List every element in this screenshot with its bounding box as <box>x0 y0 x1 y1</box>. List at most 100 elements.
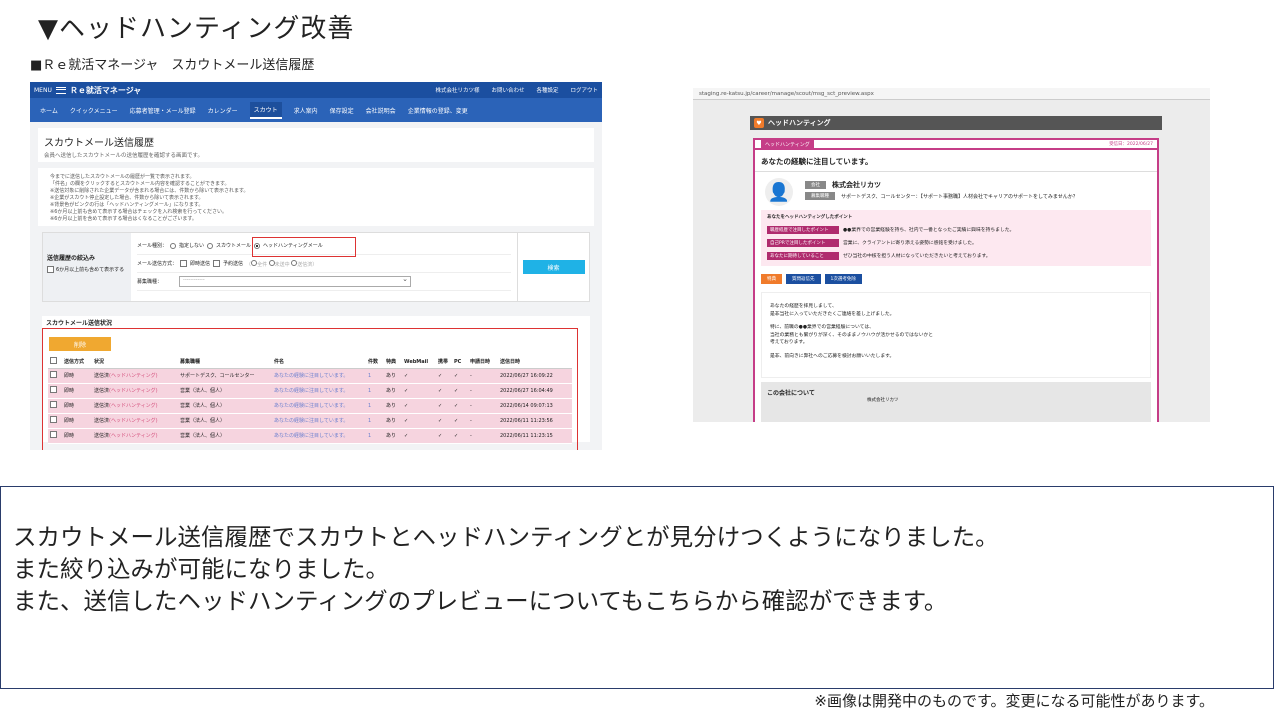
table-cell <box>48 383 62 399</box>
table-cell: 1 <box>366 413 384 429</box>
hamburger-icon[interactable] <box>55 86 66 94</box>
nav-home[interactable]: ホーム <box>40 106 58 115</box>
headhunting-preview-screenshot: staging.re-katsu.jp/career/manage/scout/… <box>693 88 1210 422</box>
cell-text: ✓ <box>438 402 443 409</box>
row-checkbox[interactable] <box>50 401 57 408</box>
table-cell: ✓ <box>436 413 452 429</box>
reply-button[interactable]: 質問返信先 <box>786 274 821 284</box>
checkbox-immediate[interactable] <box>180 260 188 267</box>
table-cell: あり <box>384 368 402 384</box>
table-row[interactable]: 即時 送信済(ヘッドハンティング) 営業（法人、個人） あなたの経験に注目しています。… <box>48 428 572 444</box>
cell-text: あり <box>386 403 397 409</box>
preview-card: ヘッドハンティング 受信日：2022/06/27 あなたの経験に注目しています。… <box>753 138 1159 422</box>
table-cell: 1 <box>366 368 384 384</box>
select-all-checkbox[interactable] <box>50 357 57 365</box>
checkbox-scheduled[interactable] <box>213 260 221 267</box>
table-cell: あり <box>384 413 402 429</box>
nav-jobs[interactable]: 求人案内 <box>294 106 318 115</box>
col-header: 状況 <box>92 356 178 369</box>
radio-scout[interactable] <box>207 242 214 249</box>
cell-text: ✓ <box>404 387 409 394</box>
cell-text: ✓ <box>404 417 409 424</box>
top-bar: MENU Ｒｅ就活マネージャ 株式会社リカツ様 お問い合わせ 各種設定 ログアウ… <box>30 82 602 98</box>
table-header-row: 送信方式 状況 募集職種 件名 件数 特典 WebMail 携帯 PC 申請日時… <box>48 356 572 369</box>
message-line: 当社の業務とも繋がりが深く、そのままノウハウが活かせるのではないかと <box>770 332 934 338</box>
table-cell: ✓ <box>452 368 468 384</box>
checkbox-icon[interactable] <box>47 266 54 273</box>
table-cell: 1 <box>366 428 384 444</box>
col-header: 送信日時 <box>498 356 572 369</box>
table-row[interactable]: 即時 送信済(ヘッドハンティング) 営業（法人、個人） あなたの経験に注目しています。… <box>48 398 572 414</box>
message-body: あなたの経歴を拝見しまして、 是非当社に入っていただきたくご連絡を差し上げました… <box>761 292 1151 378</box>
table-row[interactable]: 即時 送信済(ヘッドハンティング) 営業（法人、個人） あなたの経験に注目しています。… <box>48 383 572 399</box>
cell-text[interactable]: あなたの経験に注目しています。 <box>274 373 348 379</box>
col-header: 件数 <box>366 356 384 369</box>
cell-text: 1 <box>368 372 372 379</box>
cell-text: - <box>470 402 472 409</box>
cell-text[interactable]: あなたの経験に注目しています。 <box>274 388 348 394</box>
radio-sent-label: 送信済 <box>297 261 313 268</box>
cell-text[interactable]: あなたの経験に注目しています。 <box>274 433 348 439</box>
message-line: 特に、前職の●●業界での営業経験については、 <box>770 325 874 330</box>
radio-unspecified[interactable] <box>170 242 177 249</box>
search-button[interactable]: 検索 <box>522 260 585 274</box>
headhunting-marker: (ヘッドハンティング) <box>109 403 158 409</box>
url-bar[interactable]: staging.re-katsu.jp/career/manage/scout/… <box>693 88 1210 100</box>
table-cell: 即時 <box>62 413 92 429</box>
note-line: ※送信対象に削除された企業データが含まれる場合には、件数から除いて表示されます。 <box>50 188 249 194</box>
cell-text[interactable]: あなたの経験に注目しています。 <box>274 418 348 424</box>
account-link[interactable]: 株式会社リカツ様 <box>435 86 479 94</box>
table-cell: 2022/06/14 09:07:13 <box>498 398 572 414</box>
cell-text: ✓ <box>404 432 409 439</box>
job-select[interactable]: ------------ <box>179 275 412 287</box>
cell-text: あり <box>386 373 397 379</box>
table-row[interactable]: 即時 送信済(ヘッドハンティング) 営業（法人、個人） あなたの経験に注目しています。… <box>48 413 572 429</box>
point-row: あなたに期待していること ぜひ当社の中核を担う人材になっていただきたいと考えており… <box>767 249 1145 262</box>
description-line: また絞り込みが可能になりました。 <box>13 555 389 583</box>
nav-scout[interactable]: スカウト <box>249 101 282 119</box>
table-cell: 2022/06/27 16:09:22 <box>498 368 572 384</box>
benefit-button[interactable]: 特典 <box>761 274 782 284</box>
settings-link[interactable]: 各種設定 <box>536 86 558 94</box>
position-tag: 募集職種 <box>805 192 835 200</box>
table-row[interactable]: 即時 送信済(ヘッドハンティング) サポートデスク、コールセンター あなたの経験に注目… <box>48 368 572 384</box>
nav-briefing[interactable]: 会社説明会 <box>366 106 396 115</box>
table-cell: 送信済(ヘッドハンティング) <box>92 413 178 429</box>
logout-link[interactable]: ログアウト <box>570 86 598 94</box>
exempt-button[interactable]: 1次選考免除 <box>824 274 862 284</box>
cell-text: ✓ <box>438 387 443 394</box>
table-cell <box>48 398 62 414</box>
include-old-checkbox[interactable]: 6か月以上前も含めて表示する <box>47 266 127 273</box>
send-status-panel: スカウトメール送信状況 削除 送信方式 状況 募集職種 件名 件数 特典 Web… <box>42 316 590 450</box>
table-cell: 送信済(ヘッドハンティング) <box>92 398 178 414</box>
row-checkbox[interactable] <box>50 416 57 423</box>
cell-text: 送信済 <box>94 373 110 379</box>
menu-label[interactable]: MENU <box>34 87 52 94</box>
table-cell: 1 <box>366 383 384 399</box>
mail-type-row: メール種別： 指定しない スカウトメール ヘッドハンティングメール <box>137 237 511 257</box>
table-cell: あなたの経験に注目しています。 <box>272 428 366 444</box>
table-cell: - <box>468 383 498 399</box>
cell-text: 2022/06/27 16:09:22 <box>500 372 553 379</box>
table-cell: - <box>468 398 498 414</box>
message-line: 考えております。 <box>770 340 808 345</box>
headhunting-tag: ヘッドハンティング <box>761 140 814 149</box>
table-cell: ✓ <box>452 398 468 414</box>
nav-company-info[interactable]: 企業情報の登録、変更 <box>408 106 468 115</box>
contact-link[interactable]: お問い合わせ <box>491 86 524 94</box>
table-cell: - <box>468 413 498 429</box>
notes-box: 今までに送信したスカウトメールの履歴が一覧で表示されます。 「件名」の欄をクリッ… <box>38 168 594 226</box>
cell-text[interactable]: あなたの経験に注目しています。 <box>274 403 348 409</box>
row-checkbox[interactable] <box>50 386 57 393</box>
cell-text: - <box>470 417 472 424</box>
nav-saved-settings[interactable]: 保存設定 <box>330 106 354 115</box>
delete-button[interactable]: 削除 <box>49 337 111 351</box>
table-cell: 1 <box>366 398 384 414</box>
table-cell: あなたの経験に注目しています。 <box>272 368 366 384</box>
nav-calendar[interactable]: カレンダー <box>208 106 238 115</box>
row-checkbox[interactable] <box>50 431 57 438</box>
row-checkbox[interactable] <box>50 371 57 378</box>
col-header: WebMail <box>402 356 436 369</box>
nav-applicants[interactable]: 応募者管理・メール登録 <box>130 106 196 115</box>
nav-quick-menu[interactable]: クイックメニュー <box>70 106 118 115</box>
